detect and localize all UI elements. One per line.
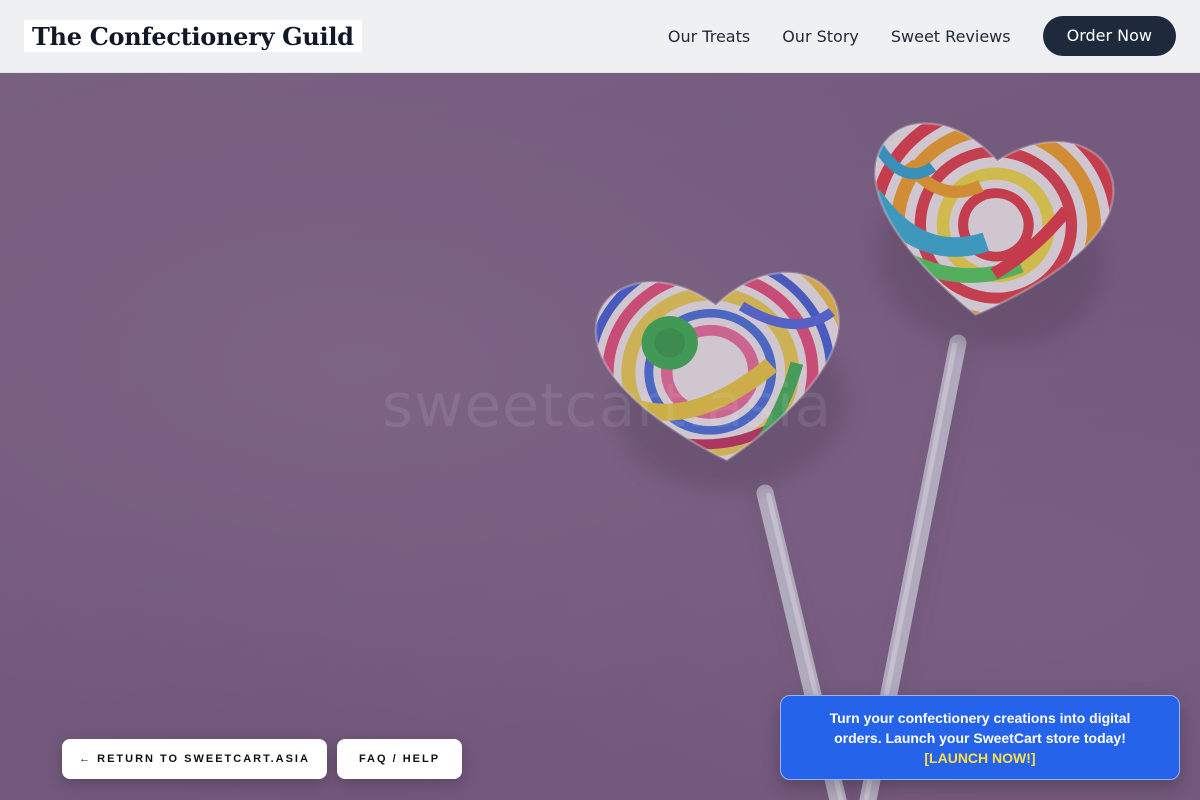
nav-link-our-story[interactable]: Our Story <box>782 27 859 46</box>
hero-section: sweetcart.asia <box>0 73 1200 800</box>
launch-now-link[interactable]: [LAUNCH NOW!] <box>924 750 1035 766</box>
order-now-button[interactable]: Order Now <box>1042 16 1176 56</box>
hero-overlay <box>0 73 1200 800</box>
main-nav: Our Treats Our Story Sweet Reviews Order… <box>668 0 1176 72</box>
heart-lollipops-icon <box>0 73 1200 800</box>
site-header: The Confectionery Guild Our Treats Our S… <box>0 0 1200 73</box>
promo-text: Turn your confectionery creations into d… <box>829 710 1131 746</box>
nav-link-sweet-reviews[interactable]: Sweet Reviews <box>891 27 1011 46</box>
nav-link-our-treats[interactable]: Our Treats <box>668 27 750 46</box>
promo-banner: Turn your confectionery creations into d… <box>780 695 1180 780</box>
faq-help-button[interactable]: FAQ / HELP <box>337 739 462 779</box>
return-to-sweetcart-button[interactable]: ← RETURN TO SWEETCART.ASIA <box>62 739 327 779</box>
brand-logo[interactable]: The Confectionery Guild <box>24 20 362 52</box>
